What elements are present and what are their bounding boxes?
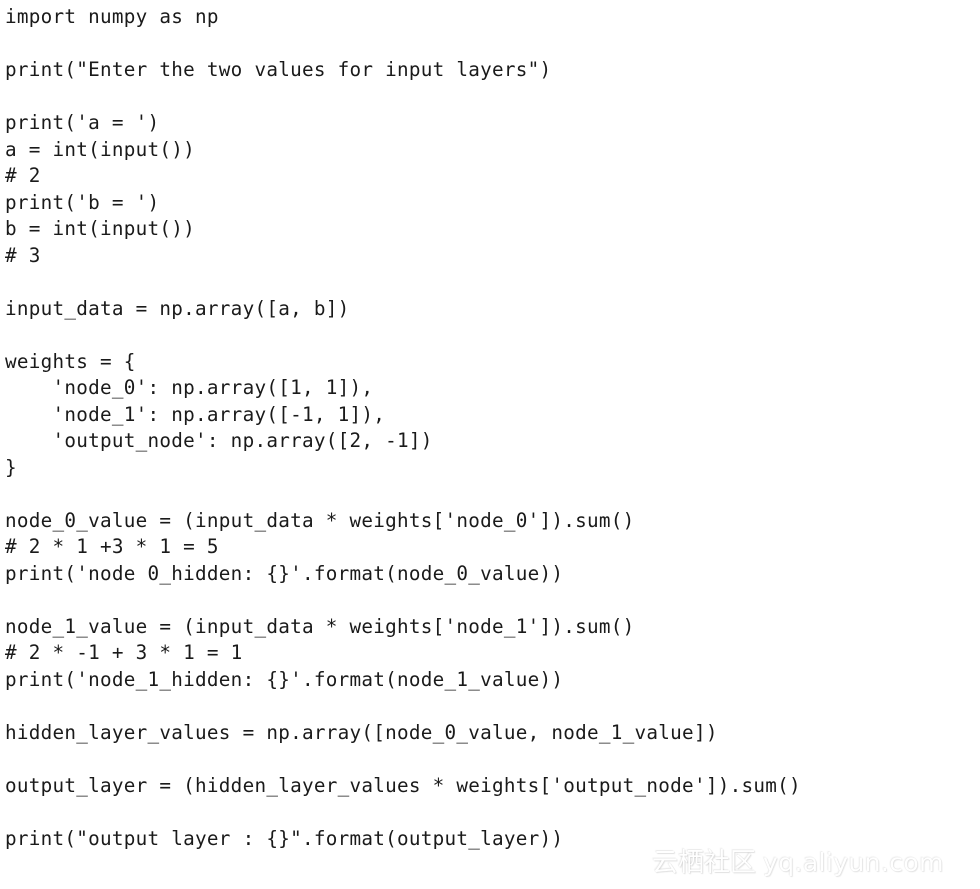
code-line: 'output_node': np.array([2, -1]) bbox=[5, 429, 433, 452]
code-line: weights = { bbox=[5, 349, 136, 373]
code-line: # 2 * -1 + 3 * 1 = 1 bbox=[5, 641, 243, 664]
code-line: # 2 bbox=[5, 164, 41, 187]
code-line: print('node 0_hidden: {}'.format(node_0_… bbox=[5, 561, 564, 585]
python-code-block: import numpy as np print("Enter the two … bbox=[5, 4, 980, 852]
code-line: } bbox=[5, 455, 17, 479]
code-line: print('node_1_hidden: {}'.format(node_1_… bbox=[5, 667, 564, 691]
code-line: b = int(input()) bbox=[5, 217, 196, 240]
code-line: import numpy as np bbox=[5, 5, 219, 28]
code-line: input_data = np.array([a, b]) bbox=[5, 296, 350, 320]
watermark: 云栖社区 yq.aliyun.com bbox=[652, 848, 944, 878]
code-line: hidden_layer_values = np.array([node_0_v… bbox=[5, 720, 718, 744]
code-screenshot-page: import numpy as np print("Enter the two … bbox=[0, 0, 980, 889]
code-line: 'node_1': np.array([-1, 1]), bbox=[5, 402, 386, 426]
watermark-url-text: yq.aliyun.com bbox=[763, 848, 944, 877]
code-line: node_0_value = (input_data * weights['no… bbox=[5, 508, 635, 532]
code-line: # 2 * 1 +3 * 1 = 5 bbox=[5, 535, 219, 558]
code-line: a = int(input()) bbox=[5, 137, 196, 161]
code-line: node_1_value = (input_data * weights['no… bbox=[5, 614, 635, 638]
code-line: print("output layer : {}".format(output_… bbox=[5, 826, 564, 850]
code-line: 'node_0': np.array([1, 1]), bbox=[5, 376, 374, 399]
code-line: # 3 bbox=[5, 243, 41, 267]
code-line: print('a = ') bbox=[5, 111, 160, 134]
code-line: output_layer = (hidden_layer_values * we… bbox=[5, 773, 801, 797]
code-line: print("Enter the two values for input la… bbox=[5, 58, 552, 81]
code-line: print('b = ') bbox=[5, 190, 160, 214]
watermark-brand-text: 云栖社区 bbox=[652, 848, 757, 878]
